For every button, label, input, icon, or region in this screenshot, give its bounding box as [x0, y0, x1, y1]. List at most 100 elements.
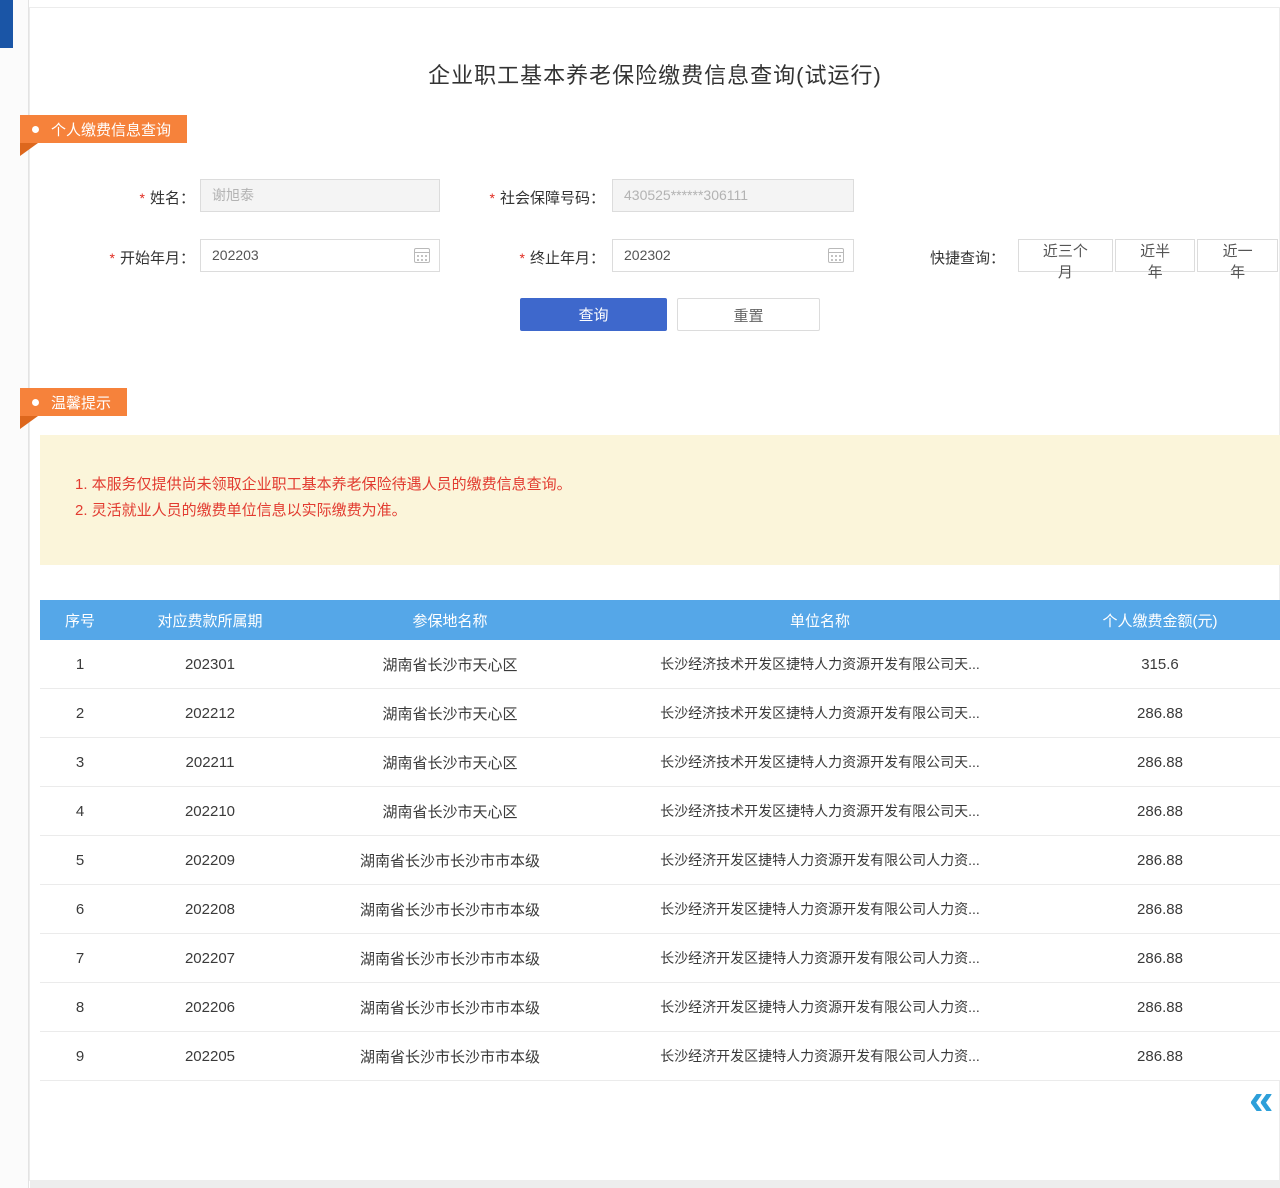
required-asterisk: *: [520, 250, 525, 266]
table-cell: 8: [40, 999, 120, 1016]
section-badge-personal-query: 个人缴费信息查询: [20, 115, 187, 143]
required-asterisk: *: [140, 190, 145, 206]
quick-range-button-1[interactable]: 近半年: [1115, 239, 1196, 272]
table-cell: 286.88: [1040, 901, 1280, 918]
table-cell: 202205: [120, 1048, 300, 1065]
table-cell: 286.88: [1040, 852, 1280, 869]
results-table: 序号对应费款所属期参保地名称单位名称个人缴费金额(元) 1202301湖南省长沙…: [40, 600, 1280, 1081]
table-cell: 长沙经济技术开发区捷特人力资源开发有限公司天...: [600, 752, 1040, 772]
notice-box: 1. 本服务仅提供尚未领取企业职工基本养老保险待遇人员的缴费信息查询。 2. 灵…: [40, 435, 1280, 565]
rail-blue-tab: [0, 0, 13, 48]
start-month-input[interactable]: 202203: [200, 239, 440, 272]
table-cell: 长沙经济开发区捷特人力资源开发有限公司人力资...: [600, 850, 1040, 870]
table-cell: 286.88: [1040, 950, 1280, 967]
required-asterisk: *: [490, 190, 495, 206]
ssn-label: *社会保障号码：: [430, 187, 605, 208]
table-cell: 5: [40, 852, 120, 869]
table-row: 3202211湖南省长沙市天心区长沙经济技术开发区捷特人力资源开发有限公司天..…: [40, 738, 1280, 787]
table-cell: 长沙经济开发区捷特人力资源开发有限公司人力资...: [600, 899, 1040, 919]
name-label: *姓名：: [60, 187, 195, 208]
section-badge-tips: 温馨提示: [20, 388, 127, 416]
table-row: 7202207湖南省长沙市长沙市市本级长沙经济开发区捷特人力资源开发有限公司人力…: [40, 934, 1280, 983]
required-asterisk: *: [110, 250, 115, 266]
notice-line-1: 1. 本服务仅提供尚未领取企业职工基本养老保险待遇人员的缴费信息查询。: [75, 472, 1280, 498]
column-header: 对应费款所属期: [120, 610, 300, 631]
table-cell: 长沙经济开发区捷特人力资源开发有限公司人力资...: [600, 948, 1040, 968]
table-cell: 湖南省长沙市天心区: [300, 752, 600, 773]
column-header: 参保地名称: [300, 610, 600, 631]
column-header: 序号: [40, 610, 120, 631]
column-header: 单位名称: [600, 610, 1040, 631]
table-row: 9202205湖南省长沙市长沙市市本级长沙经济开发区捷特人力资源开发有限公司人力…: [40, 1032, 1280, 1081]
double-chevron-left-icon[interactable]: «: [1249, 1078, 1273, 1122]
quick-query-label: 快捷查询：: [930, 247, 1015, 268]
table-cell: 202206: [120, 999, 300, 1016]
table-cell: 7: [40, 950, 120, 967]
table-cell: 9: [40, 1048, 120, 1065]
table-cell: 286.88: [1040, 705, 1280, 722]
table-cell: 202212: [120, 705, 300, 722]
query-button[interactable]: 查询: [520, 298, 667, 331]
quick-query-button-group: 近三个月近半年近一年: [1018, 239, 1280, 272]
table-cell: 286.88: [1040, 1048, 1280, 1065]
table-row: 2202212湖南省长沙市天心区长沙经济技术开发区捷特人力资源开发有限公司天..…: [40, 689, 1280, 738]
table-cell: 湖南省长沙市长沙市市本级: [300, 850, 600, 871]
notice-line-2: 2. 灵活就业人员的缴费单位信息以实际缴费为准。: [75, 498, 1280, 524]
table-cell: 长沙经济开发区捷特人力资源开发有限公司人力资...: [600, 997, 1040, 1017]
name-input[interactable]: 谢旭泰: [200, 179, 440, 212]
table-cell: 202211: [120, 754, 300, 771]
table-cell: 长沙经济技术开发区捷特人力资源开发有限公司天...: [600, 703, 1040, 723]
table-row: 6202208湖南省长沙市长沙市市本级长沙经济开发区捷特人力资源开发有限公司人力…: [40, 885, 1280, 934]
start-month-label: *开始年月：: [60, 247, 195, 268]
table-cell: 286.88: [1040, 999, 1280, 1016]
pension-query-page: 企业职工基本养老保险缴费信息查询(试运行) 个人缴费信息查询 *姓名： 谢旭泰 …: [0, 0, 1280, 1188]
table-cell: 长沙经济开发区捷特人力资源开发有限公司人力资...: [600, 1046, 1040, 1066]
tips-badge-label: 温馨提示: [51, 392, 111, 413]
table-row: 5202209湖南省长沙市长沙市市本级长沙经济开发区捷特人力资源开发有限公司人力…: [40, 836, 1280, 885]
table-cell: 202209: [120, 852, 300, 869]
table-cell: 3: [40, 754, 120, 771]
quick-range-button-2[interactable]: 近一年: [1197, 239, 1278, 272]
quick-range-button-0[interactable]: 近三个月: [1018, 239, 1113, 272]
table-cell: 1: [40, 656, 120, 673]
table-cell: 202210: [120, 803, 300, 820]
end-month-label: *终止年月：: [430, 247, 605, 268]
table-cell: 湖南省长沙市长沙市市本级: [300, 997, 600, 1018]
table-body: 1202301湖南省长沙市天心区长沙经济技术开发区捷特人力资源开发有限公司天..…: [40, 640, 1280, 1081]
ssn-input[interactable]: 430525******306111: [612, 179, 854, 212]
end-month-input[interactable]: 202302: [612, 239, 854, 272]
table-cell: 4: [40, 803, 120, 820]
page-title: 企业职工基本养老保险缴费信息查询(试运行): [30, 58, 1280, 90]
table-cell: 长沙经济技术开发区捷特人力资源开发有限公司天...: [600, 801, 1040, 821]
table-cell: 湖南省长沙市长沙市市本级: [300, 1046, 600, 1067]
reset-button[interactable]: 重置: [677, 298, 820, 331]
table-cell: 湖南省长沙市天心区: [300, 654, 600, 675]
table-cell: 286.88: [1040, 803, 1280, 820]
table-cell: 315.6: [1040, 656, 1280, 673]
table-cell: 湖南省长沙市长沙市市本级: [300, 948, 600, 969]
column-header: 个人缴费金额(元): [1040, 610, 1280, 631]
calendar-icon[interactable]: [414, 248, 430, 263]
table-row: 8202206湖南省长沙市长沙市市本级长沙经济开发区捷特人力资源开发有限公司人力…: [40, 983, 1280, 1032]
badge-bullet-icon: [32, 126, 39, 133]
table-cell: 2: [40, 705, 120, 722]
table-cell: 长沙经济技术开发区捷特人力资源开发有限公司天...: [600, 654, 1040, 674]
table-cell: 202208: [120, 901, 300, 918]
table-header-row: 序号对应费款所属期参保地名称单位名称个人缴费金额(元): [40, 600, 1280, 640]
left-rail: [0, 0, 29, 1188]
table-cell: 6: [40, 901, 120, 918]
footer-strip: [30, 1180, 1280, 1188]
badge-bullet-icon: [32, 399, 39, 406]
calendar-icon[interactable]: [828, 248, 844, 263]
table-cell: 湖南省长沙市天心区: [300, 801, 600, 822]
table-row: 1202301湖南省长沙市天心区长沙经济技术开发区捷特人力资源开发有限公司天..…: [40, 640, 1280, 689]
section-badge-label: 个人缴费信息查询: [51, 119, 171, 140]
table-cell: 202301: [120, 656, 300, 673]
badge-fold: [20, 416, 38, 429]
table-cell: 湖南省长沙市天心区: [300, 703, 600, 724]
table-cell: 202207: [120, 950, 300, 967]
badge-fold: [20, 143, 38, 156]
table-cell: 湖南省长沙市长沙市市本级: [300, 899, 600, 920]
table-row: 4202210湖南省长沙市天心区长沙经济技术开发区捷特人力资源开发有限公司天..…: [40, 787, 1280, 836]
table-cell: 286.88: [1040, 754, 1280, 771]
